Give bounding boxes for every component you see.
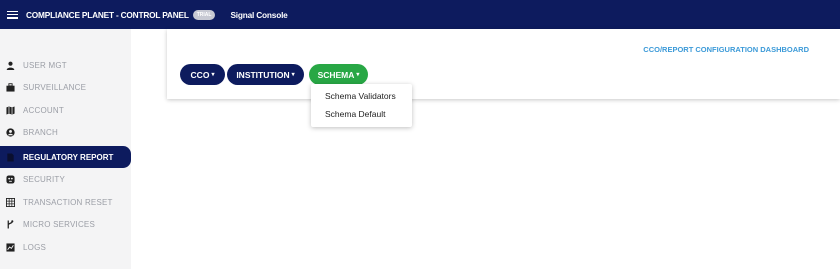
sidebar-item-user-mgt[interactable]: USER MGT [0, 54, 131, 76]
cco-dropdown-button[interactable]: CCO ▾ [180, 64, 225, 85]
sidebar-item-account[interactable]: ACCOUNT [0, 99, 131, 121]
sidebar-item-label: BRANCH [23, 127, 58, 137]
sidebar-item-surveillance[interactable]: SURVEILLANCE [0, 76, 131, 98]
document-icon [5, 152, 15, 162]
top-app-bar: COMPLIANCE PLANET - CONTROL PANEL TRIAL … [0, 0, 840, 29]
institution-dropdown-button[interactable]: INSTITUTION ▾ [227, 64, 304, 85]
menu-item-schema-default[interactable]: Schema Default [325, 109, 385, 119]
button-label: INSTITUTION [236, 69, 290, 80]
dashboard-title-link[interactable]: CCO/REPORT CONFIGURATION DASHBOARD [643, 45, 809, 54]
sidebar-item-label: LOGS [23, 242, 47, 252]
sidebar-item-label: ACCOUNT [23, 105, 64, 115]
schema-dropdown-button[interactable]: SCHEMA ▾ [309, 64, 368, 85]
report-config-card: CCO/REPORT CONFIGURATION DASHBOARD CCO ▾… [167, 29, 840, 99]
app-title: COMPLIANCE PLANET - CONTROL PANEL [26, 9, 189, 20]
hamburger-icon[interactable] [7, 10, 18, 19]
map-icon [5, 105, 15, 115]
caret-down-icon: ▾ [291, 72, 295, 78]
caret-down-icon: ▾ [356, 72, 360, 78]
menu-item-schema-validators[interactable]: Schema Validators [325, 91, 396, 101]
git-branch-icon [5, 219, 15, 229]
sidebar-item-branch[interactable]: BRANCH [0, 121, 131, 143]
schema-dropdown-menu: Schema Validators Schema Default [311, 84, 412, 127]
sidebar-item-label: TRANSACTION RESET [23, 197, 113, 207]
chart-box-icon [5, 242, 15, 252]
sidebar-item-label: SURVEILLANCE [23, 82, 87, 92]
sidebar-item-logs[interactable]: LOGS [0, 236, 131, 258]
sidebar-item-label: REGULATORY REPORT [23, 152, 114, 162]
sidebar-item-label: USER MGT [23, 60, 67, 70]
user-icon [5, 60, 15, 70]
button-label: CCO [190, 69, 210, 80]
sidebar-item-regulatory-report[interactable]: REGULATORY REPORT [0, 146, 131, 168]
caret-down-icon: ▾ [211, 72, 215, 78]
console-name: Signal Console [230, 9, 288, 20]
table-icon [5, 197, 15, 207]
shield-icon [5, 174, 15, 184]
sidebar-item-label: SECURITY [23, 174, 66, 184]
trial-badge: TRIAL [192, 9, 216, 20]
sidebar-item-micro-services[interactable]: MICRO SERVICES [0, 213, 131, 235]
account-circle-icon [5, 127, 15, 137]
sidebar-item-label: MICRO SERVICES [23, 219, 95, 229]
briefcase-icon [5, 82, 15, 92]
sidebar: USER MGT SURVEILLANCE ACCOUNT BRANCH REG… [0, 29, 131, 269]
sidebar-item-security[interactable]: SECURITY [0, 168, 131, 190]
button-label: SCHEMA [317, 69, 355, 80]
sidebar-item-transaction-reset[interactable]: TRANSACTION RESET [0, 191, 131, 213]
